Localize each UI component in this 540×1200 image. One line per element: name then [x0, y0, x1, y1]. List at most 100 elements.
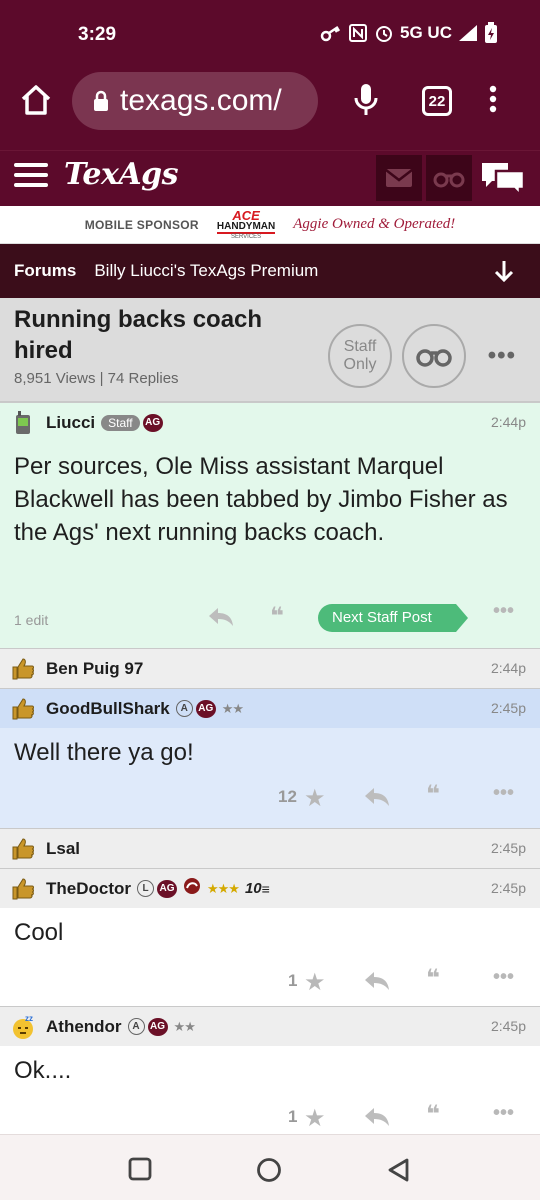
post-time[interactable]: 2:44p: [491, 660, 526, 676]
mic-icon: [354, 84, 378, 115]
post-body: Per sources, Ole Miss assistant Marquel …: [14, 453, 508, 546]
chat-icon: [482, 163, 526, 199]
ag-badge: AG: [147, 1017, 168, 1036]
sponsor-label: MOBILE SPONSOR: [84, 217, 199, 232]
post-time[interactable]: 2:44p: [491, 414, 526, 430]
thumbs-up-avatar-icon[interactable]: [10, 836, 36, 862]
breadcrumb-forums[interactable]: Forums: [14, 261, 76, 281]
watchlist-button[interactable]: [426, 155, 472, 201]
post-body: Ok....: [14, 1057, 72, 1084]
triangle-back-icon: [388, 1158, 409, 1182]
browser-menu-button[interactable]: [488, 84, 498, 119]
status-icons: 5G UC: [320, 22, 498, 44]
star-count: 12: [278, 787, 297, 806]
post-header: Liucci Staff AG 2:44p: [0, 402, 540, 442]
home-button[interactable]: [18, 82, 54, 118]
username[interactable]: GoodBullShark: [46, 699, 170, 719]
username[interactable]: Ben Puig 97: [46, 659, 143, 679]
chat-button[interactable]: [480, 159, 526, 204]
tab-switcher-button[interactable]: 22: [422, 86, 452, 116]
post-time[interactable]: 2:45p: [491, 1018, 526, 1034]
quote-icon[interactable]: ❝: [426, 780, 440, 809]
browser-toolbar: texags.com/ 22: [0, 70, 540, 134]
username[interactable]: Lsal: [46, 839, 80, 859]
star-icon[interactable]: ★: [304, 1104, 326, 1133]
post-ben-puig: Ben Puig 97 2:44p: [0, 648, 540, 688]
breadcrumb-subforum[interactable]: Billy Liucci's TexAgs Premium: [94, 261, 318, 281]
address-bar[interactable]: texags.com/: [72, 72, 318, 130]
sponsor-logo-bottom: SERVICES: [230, 234, 262, 240]
account-badge: A: [175, 700, 193, 717]
star-icon[interactable]: ★: [304, 968, 326, 997]
quote-icon[interactable]: ❝: [426, 1100, 440, 1129]
sleepy-face-avatar-icon[interactable]: zz: [10, 1014, 36, 1040]
post-body: Well there ya go!: [14, 739, 194, 766]
home-nav-button[interactable]: [256, 1157, 282, 1188]
menu-button[interactable]: [14, 163, 48, 191]
circle-icon: [257, 1158, 281, 1182]
phone-avatar-icon[interactable]: [10, 410, 36, 436]
post-time[interactable]: 2:45p: [491, 700, 526, 716]
post-header: Ben Puig 97 2:44p: [0, 648, 540, 688]
account-badge: L: [137, 880, 154, 897]
sponsor-banner[interactable]: MOBILE SPONSOR ACE HANDYMAN SERVICES Agg…: [0, 206, 540, 244]
post-thedoctor: TheDoctor L AG ★★★ 10 ≡ 2:45p Cool 1 ★ ❝…: [0, 868, 540, 1006]
post-header: Lsal 2:45p: [0, 828, 540, 868]
reply-icon[interactable]: [208, 606, 234, 635]
thumbs-up-avatar-icon[interactable]: [10, 656, 36, 682]
post-header: zz Athendor A AG ★★ 2:45p: [0, 1006, 540, 1046]
binoculars-icon: [416, 349, 452, 367]
reply-icon[interactable]: [364, 970, 390, 999]
star-icon[interactable]: ★: [304, 784, 326, 813]
thread-header: Running backs coach hired 8,951 Views | …: [0, 298, 540, 402]
ag-badge: AG: [195, 699, 216, 718]
staff-only-button[interactable]: Staff Only: [328, 324, 392, 388]
watch-thread-button[interactable]: [402, 324, 466, 388]
site-logo[interactable]: TexAgs: [64, 157, 179, 192]
post-header: GoodBullShark A AG ★★ 2:45p: [0, 688, 540, 728]
thread-title: Running backs coach hired: [14, 306, 263, 364]
voice-search-button[interactable]: [352, 82, 380, 123]
thumbs-up-avatar-icon[interactable]: [10, 876, 36, 902]
back-button[interactable]: [386, 1157, 410, 1188]
post-more-button[interactable]: •••: [493, 782, 514, 805]
sponsor-logo-mid: HANDYMAN: [216, 221, 276, 234]
breadcrumb: Forums Billy Liucci's TexAgs Premium: [0, 244, 540, 298]
home-icon: [21, 85, 51, 115]
thread-more-button[interactable]: •••: [488, 342, 516, 370]
quote-icon[interactable]: ❝: [270, 602, 284, 631]
post-more-button[interactable]: •••: [493, 600, 514, 623]
star-count: 1: [288, 1107, 298, 1126]
quote-icon[interactable]: ❝: [426, 964, 440, 993]
post-time[interactable]: 2:45p: [491, 880, 526, 896]
next-staff-post-button[interactable]: Next Staff Post: [318, 604, 468, 632]
more-vertical-icon: [489, 85, 497, 113]
post-actions: 1 ★ ❝ •••: [0, 1092, 540, 1140]
ag-badge: AG: [142, 413, 163, 432]
team-logo-icon: [183, 877, 201, 900]
staff-badge: Staff: [101, 414, 140, 431]
stripes-icon: ≡: [261, 880, 270, 897]
lock-icon: [94, 90, 108, 111]
ag-badge: AG: [157, 879, 177, 898]
username[interactable]: Liucci: [46, 413, 95, 433]
username[interactable]: TheDoctor: [46, 879, 131, 899]
jump-to-bottom-button[interactable]: [494, 260, 514, 287]
post-goodbullshark: GoodBullShark A AG ★★ 2:45p Well there y…: [0, 688, 540, 828]
user-stars: ★★: [173, 1018, 196, 1034]
edit-note[interactable]: 1 edit: [14, 612, 48, 628]
messages-button[interactable]: [376, 155, 422, 201]
reply-icon[interactable]: [364, 1106, 390, 1135]
recents-button[interactable]: [128, 1157, 152, 1186]
post-time[interactable]: 2:45p: [491, 840, 526, 856]
username[interactable]: Athendor: [46, 1017, 122, 1037]
thread-meta: 8,951 Views | 74 Replies: [14, 370, 179, 387]
post-athendor: zz Athendor A AG ★★ 2:45p Ok.... 1 ★ ❝ •…: [0, 1006, 540, 1140]
battery-icon: [485, 22, 497, 43]
status-time: 3:29: [78, 24, 117, 45]
post-more-button[interactable]: •••: [493, 1102, 514, 1125]
thumbs-up-avatar-icon[interactable]: [10, 696, 36, 722]
post-actions: 1 ★ ❝ •••: [0, 956, 540, 1006]
post-more-button[interactable]: •••: [493, 966, 514, 989]
reply-icon[interactable]: [364, 786, 390, 815]
